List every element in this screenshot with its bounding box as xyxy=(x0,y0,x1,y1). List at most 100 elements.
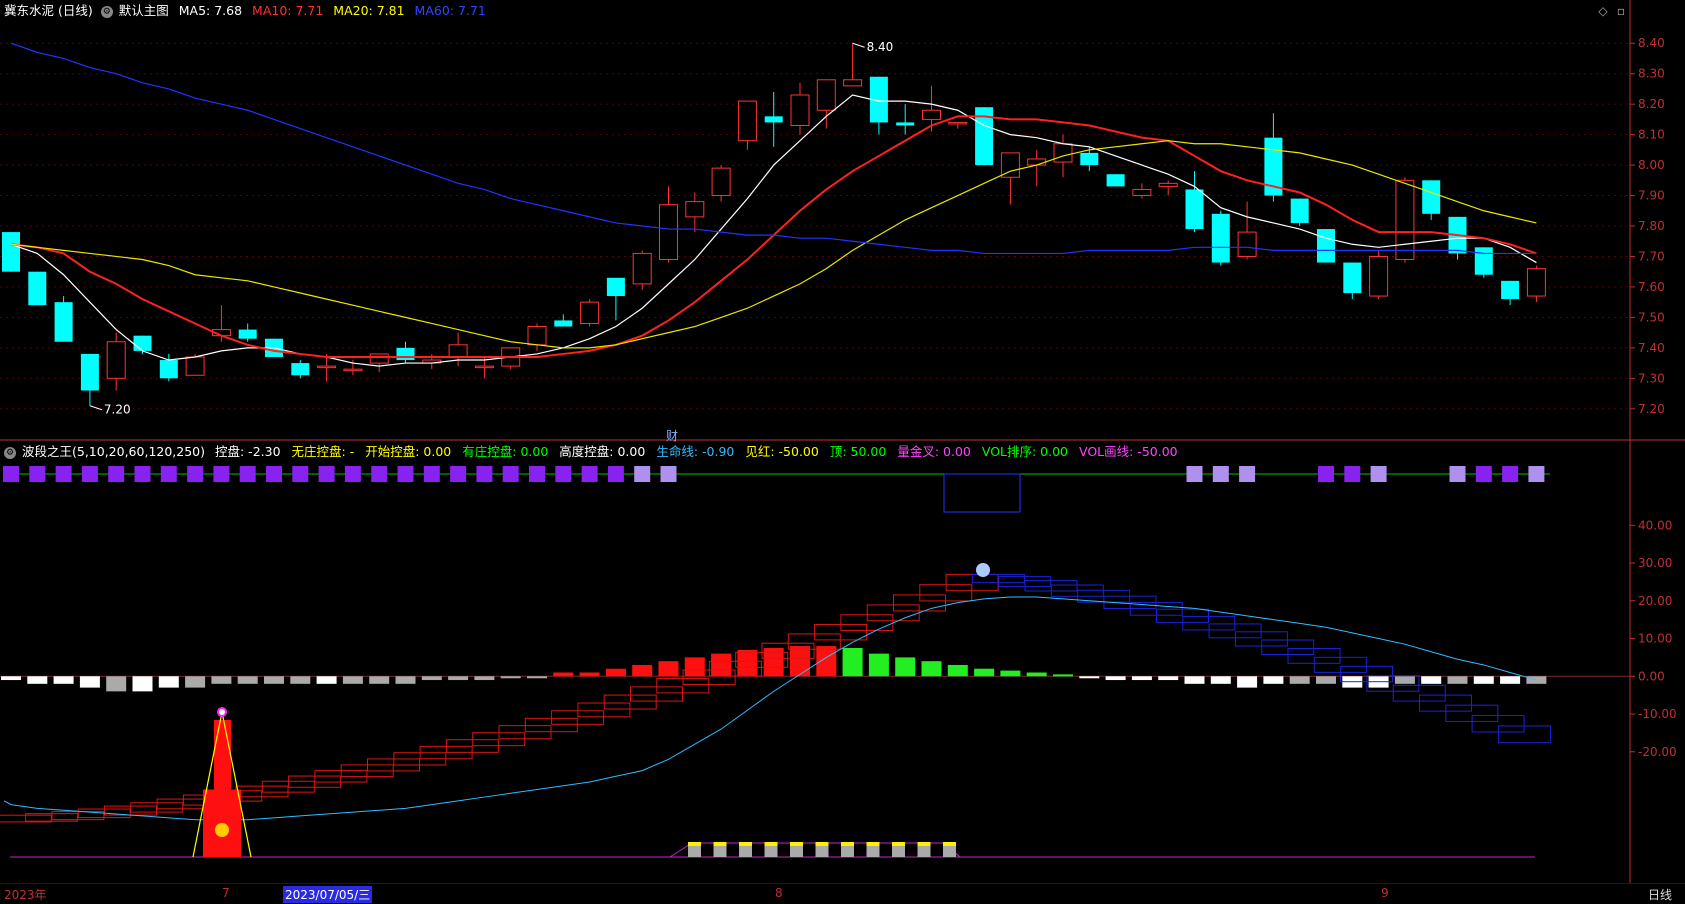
chart-canvas[interactable]: 8.40 8.30 8.20 8.10 8.00 7.90 7.80 7.70 7.60 7.50… xyxy=(0,0,1685,903)
candle xyxy=(869,76,888,135)
high-pointer xyxy=(852,42,865,48)
candle xyxy=(291,360,310,379)
candle-body xyxy=(711,167,731,197)
selected-date: 2023/07/05/三 xyxy=(283,886,373,903)
band-cell xyxy=(866,846,880,857)
candle-body xyxy=(159,360,178,379)
date-month-9: 9 xyxy=(1381,886,1389,900)
purple-marker xyxy=(344,466,361,482)
purple-marker xyxy=(108,466,125,482)
low-label: 7.20 xyxy=(104,403,131,417)
band-cell-top xyxy=(866,842,880,846)
candle-body xyxy=(2,232,20,272)
purple-marker xyxy=(607,466,624,482)
histogram-bar xyxy=(395,676,416,684)
purple-marker xyxy=(187,466,204,482)
histogram-bar xyxy=(1079,676,1100,679)
candle-body xyxy=(1395,179,1415,261)
purple-marker xyxy=(1449,466,1466,482)
date-month-7: 7 xyxy=(222,886,230,900)
histogram-bar xyxy=(185,676,206,688)
candle xyxy=(948,121,968,129)
y-tick-label: 7.20 xyxy=(1638,402,1665,416)
histogram-bar xyxy=(605,668,626,677)
y-tick-label: 8.20 xyxy=(1638,97,1665,111)
histogram-bar xyxy=(1526,676,1547,684)
histogram-bar xyxy=(500,676,521,679)
candle xyxy=(790,82,810,135)
histogram-bar xyxy=(1447,676,1468,684)
histogram-bar xyxy=(1289,676,1310,684)
histogram-bar xyxy=(553,672,574,677)
histogram-bar xyxy=(316,676,337,684)
histogram-bar xyxy=(1473,676,1494,684)
band-cell xyxy=(739,846,752,857)
candle xyxy=(843,43,863,87)
spike-bar-top xyxy=(214,720,231,790)
purple-marker xyxy=(134,466,151,482)
candle xyxy=(1106,174,1125,187)
y-tick-label: 40.00 xyxy=(1638,518,1672,532)
histogram-bar xyxy=(27,676,48,684)
candle xyxy=(1526,265,1546,303)
purple-marker xyxy=(529,466,545,482)
candle xyxy=(54,296,73,342)
y-tick-label: 7.60 xyxy=(1638,280,1665,294)
candle-body xyxy=(1211,213,1230,263)
band-cell xyxy=(841,846,854,857)
candle-body xyxy=(606,277,625,297)
purple-marker xyxy=(502,466,519,482)
band-cell xyxy=(713,846,727,857)
histogram-bar xyxy=(790,646,810,677)
candle-body xyxy=(737,100,757,142)
candle xyxy=(896,104,915,135)
band-cell-top xyxy=(815,842,829,846)
band-cell-top xyxy=(943,842,956,846)
histogram-bar xyxy=(369,676,390,684)
candle xyxy=(28,271,47,306)
candle xyxy=(737,100,757,150)
candle xyxy=(580,299,600,327)
purple-marker xyxy=(55,466,72,482)
purple-marker xyxy=(160,466,177,482)
purple-marker xyxy=(239,466,256,482)
candle-body xyxy=(1237,231,1257,257)
candle-body xyxy=(1343,262,1362,294)
y-tick-label: -20.00 xyxy=(1638,745,1677,759)
band-cell-top xyxy=(790,842,803,846)
candle xyxy=(1000,152,1020,205)
purple-marker xyxy=(1212,466,1229,482)
y-tick-label: 7.30 xyxy=(1638,371,1665,385)
histogram-bar xyxy=(527,676,547,679)
candle-body xyxy=(764,116,783,123)
candle-body xyxy=(922,109,941,120)
candle-body xyxy=(659,204,678,261)
candle-body xyxy=(80,353,99,391)
spike-dot xyxy=(217,707,227,717)
candle-body xyxy=(896,122,915,126)
purple-marker xyxy=(1318,466,1334,482)
histogram-bar xyxy=(684,657,705,677)
histogram-bar xyxy=(1,676,21,681)
finance-marker: 财 xyxy=(666,429,678,443)
period-label[interactable]: 日线 xyxy=(1648,886,1672,903)
candle-body xyxy=(580,301,600,324)
purple-marker xyxy=(450,466,467,482)
candle-body xyxy=(369,353,389,364)
high-label: 8.40 xyxy=(867,40,894,54)
histogram-bar xyxy=(474,676,495,681)
candle xyxy=(1290,198,1309,226)
candle-body xyxy=(1290,198,1309,223)
candle xyxy=(711,165,731,202)
candle-body xyxy=(685,201,705,218)
histogram-bar xyxy=(1053,674,1073,677)
band-cell-top xyxy=(841,842,854,846)
candle-body xyxy=(291,363,310,376)
histogram-bar xyxy=(264,676,284,684)
histogram-bar xyxy=(1131,676,1152,681)
blue-box xyxy=(943,473,1021,513)
candle xyxy=(1395,177,1415,263)
histogram-bar xyxy=(1421,676,1442,684)
candle-body xyxy=(396,347,415,361)
candle-body xyxy=(133,335,152,351)
